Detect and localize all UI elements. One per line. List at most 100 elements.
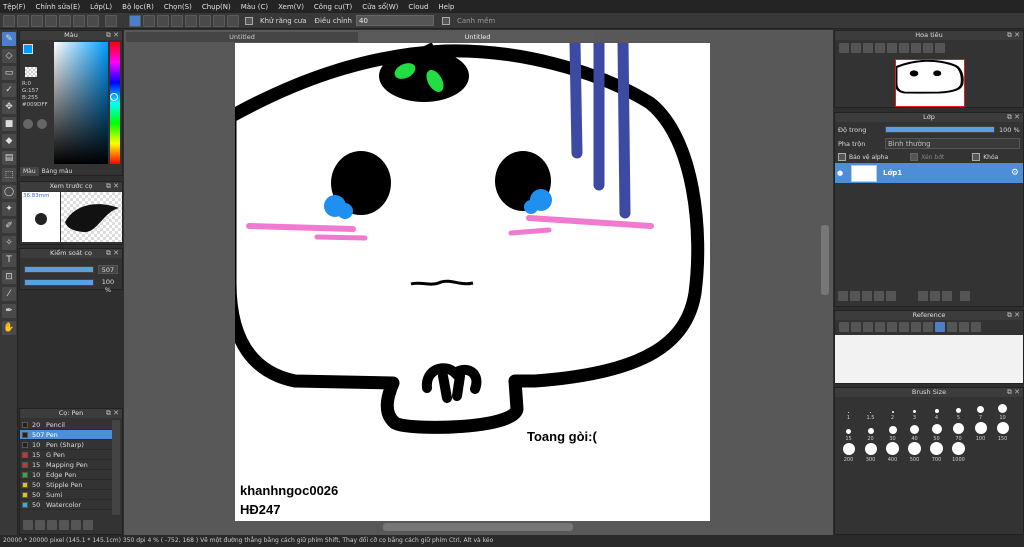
- layer-folder-icon[interactable]: [886, 291, 896, 301]
- ref-zoom-in-icon[interactable]: [875, 322, 885, 332]
- color-palette-icon[interactable]: [23, 119, 33, 129]
- menu-item[interactable]: Cloud: [408, 3, 428, 11]
- lasso-tool-icon[interactable]: ◯: [2, 185, 16, 199]
- brush-list-item[interactable]: 50 Watercolor: [20, 500, 112, 510]
- brush-size-option[interactable]: 700: [926, 442, 947, 463]
- copy-layer-icon[interactable]: [874, 291, 884, 301]
- brush-size-option[interactable]: 1000: [948, 442, 969, 463]
- transparent-color-icon[interactable]: [25, 67, 37, 77]
- layer-gear-icon[interactable]: ⚙: [1011, 168, 1019, 178]
- brush-list-item[interactable]: 15 G Pen: [20, 450, 112, 460]
- foreground-color-swatch[interactable]: [23, 44, 33, 54]
- brush-size-option[interactable]: 20: [860, 421, 881, 442]
- eyedropper-tool-icon[interactable]: ⁄: [2, 287, 16, 301]
- antialias-checkbox[interactable]: [245, 16, 253, 25]
- tab-color[interactable]: Màu: [20, 167, 39, 176]
- select-invert-icon[interactable]: [171, 14, 183, 27]
- select-transform-icon[interactable]: [213, 14, 225, 27]
- ref-fit-icon[interactable]: [899, 322, 909, 332]
- new-layer-icon[interactable]: [838, 291, 848, 301]
- brush-new-icon[interactable]: [59, 520, 69, 530]
- brush-list-item[interactable]: 50 Stipple Pen: [20, 480, 112, 490]
- new-layer-8bit-icon[interactable]: [850, 291, 860, 301]
- brush-list-item[interactable]: 50 Sumi: [20, 490, 112, 500]
- brush-size-slider[interactable]: [24, 266, 94, 273]
- display-icon[interactable]: [45, 14, 57, 27]
- menu-item[interactable]: Xem(V): [278, 3, 304, 11]
- brush-size-option[interactable]: 30: [882, 421, 903, 442]
- fit-icon[interactable]: [863, 43, 873, 53]
- grid-icon[interactable]: [87, 14, 99, 27]
- ref-open-icon[interactable]: [839, 322, 849, 332]
- brush-folder-icon[interactable]: [71, 520, 81, 530]
- brush-size-option[interactable]: 300: [860, 442, 881, 463]
- flip-icon[interactable]: [899, 43, 909, 53]
- brush-size-option[interactable]: 1: [838, 400, 859, 421]
- actual-size-icon[interactable]: [875, 43, 885, 53]
- ref-hand-icon[interactable]: [935, 322, 945, 332]
- hue-slider-handle[interactable]: [110, 93, 118, 101]
- pen-tool-icon[interactable]: ✒: [2, 304, 16, 318]
- menu-item[interactable]: Bộ lọc(R): [122, 3, 154, 11]
- ref-close-icon[interactable]: [863, 322, 873, 332]
- rect-select-tool-icon[interactable]: ▭: [2, 66, 16, 80]
- menu-item[interactable]: Chỉnh sửa(E): [36, 3, 81, 11]
- menu-item[interactable]: Chụp(N): [202, 3, 231, 11]
- menu-item[interactable]: Lớp(L): [90, 3, 112, 11]
- rotate-right-icon[interactable]: [923, 43, 933, 53]
- brush-size-option[interactable]: 5: [948, 400, 969, 421]
- eye-visibility-icon[interactable]: ●: [835, 169, 845, 177]
- layer-row[interactable]: ● Lớp1 ⚙: [835, 163, 1023, 183]
- eraser-tool-icon[interactable]: ◇: [2, 49, 16, 63]
- brush-list-scrollbar[interactable]: [112, 420, 120, 515]
- ref-zoom-out-icon[interactable]: [887, 322, 897, 332]
- reference-view[interactable]: [835, 335, 1023, 383]
- brush-list-item[interactable]: 10 Edge Pen: [20, 470, 112, 480]
- rotate-left-icon[interactable]: [911, 43, 921, 53]
- hand-icon[interactable]: [3, 14, 15, 27]
- menu-item[interactable]: Chọn(S): [164, 3, 192, 11]
- canvas-vertical-scrollbar[interactable]: [821, 225, 829, 295]
- panel-close-icon[interactable]: ⧉ ✕: [1007, 388, 1020, 397]
- tab-palette[interactable]: Bảng màu: [39, 167, 76, 176]
- layer-transfer-icon[interactable]: [942, 291, 952, 301]
- hand-tool-icon[interactable]: ✋: [2, 321, 16, 335]
- select-fill-icon[interactable]: [157, 14, 169, 27]
- zoom-out-icon[interactable]: [851, 43, 861, 53]
- menu-item[interactable]: Cửa sổ(W): [362, 3, 398, 11]
- select-pen-tool-icon[interactable]: ✐: [2, 219, 16, 233]
- layer-name[interactable]: Lớp1: [883, 169, 902, 177]
- ref-rotate-icon[interactable]: [959, 322, 969, 332]
- tab-document-1[interactable]: Untitled: [126, 32, 358, 42]
- menu-item[interactable]: Tệp(F): [3, 3, 26, 11]
- layer-opacity-slider[interactable]: [885, 126, 995, 133]
- gradient-tool-icon[interactable]: ▤: [2, 151, 16, 165]
- select-eraser-tool-icon[interactable]: ✧: [2, 236, 16, 250]
- brush-size-option[interactable]: 150: [992, 421, 1013, 442]
- menu-item[interactable]: Help: [438, 3, 454, 11]
- brush-size-option[interactable]: 2: [882, 400, 903, 421]
- select-none-icon[interactable]: [129, 14, 141, 27]
- brush-size-option[interactable]: 1.5: [860, 400, 881, 421]
- drawing-canvas[interactable]: Toang gòi:( khanhngoc0026 HĐ247: [235, 43, 710, 521]
- brush-size-option[interactable]: 4: [926, 400, 947, 421]
- menu-item[interactable]: Công cụ(T): [314, 3, 352, 11]
- tab-document-2[interactable]: Untitled: [360, 32, 595, 42]
- brush-size-option[interactable]: 50: [926, 421, 947, 442]
- brush-settings-icon[interactable]: [23, 520, 33, 530]
- brush-size-option[interactable]: 40: [904, 421, 925, 442]
- panel-close-icon[interactable]: ⧉ ✕: [106, 182, 119, 191]
- navigator-preview[interactable]: [894, 59, 965, 107]
- brush-add-icon[interactable]: [35, 520, 45, 530]
- brush-size-option[interactable]: 500: [904, 442, 925, 463]
- brush-delete-icon[interactable]: [83, 520, 93, 530]
- panel-close-icon[interactable]: ⧉ ✕: [106, 249, 119, 258]
- brush-list-item[interactable]: 10 Pen (Sharp): [20, 440, 112, 450]
- magic-wand-tool-icon[interactable]: ✦: [2, 202, 16, 216]
- clipping-checkbox[interactable]: [910, 153, 919, 161]
- soft-edge-checkbox[interactable]: [442, 16, 450, 25]
- move-icon[interactable]: [73, 14, 85, 27]
- ref-reset-icon[interactable]: [971, 322, 981, 332]
- panel-close-icon[interactable]: ⧉ ✕: [1007, 311, 1020, 320]
- brush-size-option[interactable]: 70: [948, 421, 969, 442]
